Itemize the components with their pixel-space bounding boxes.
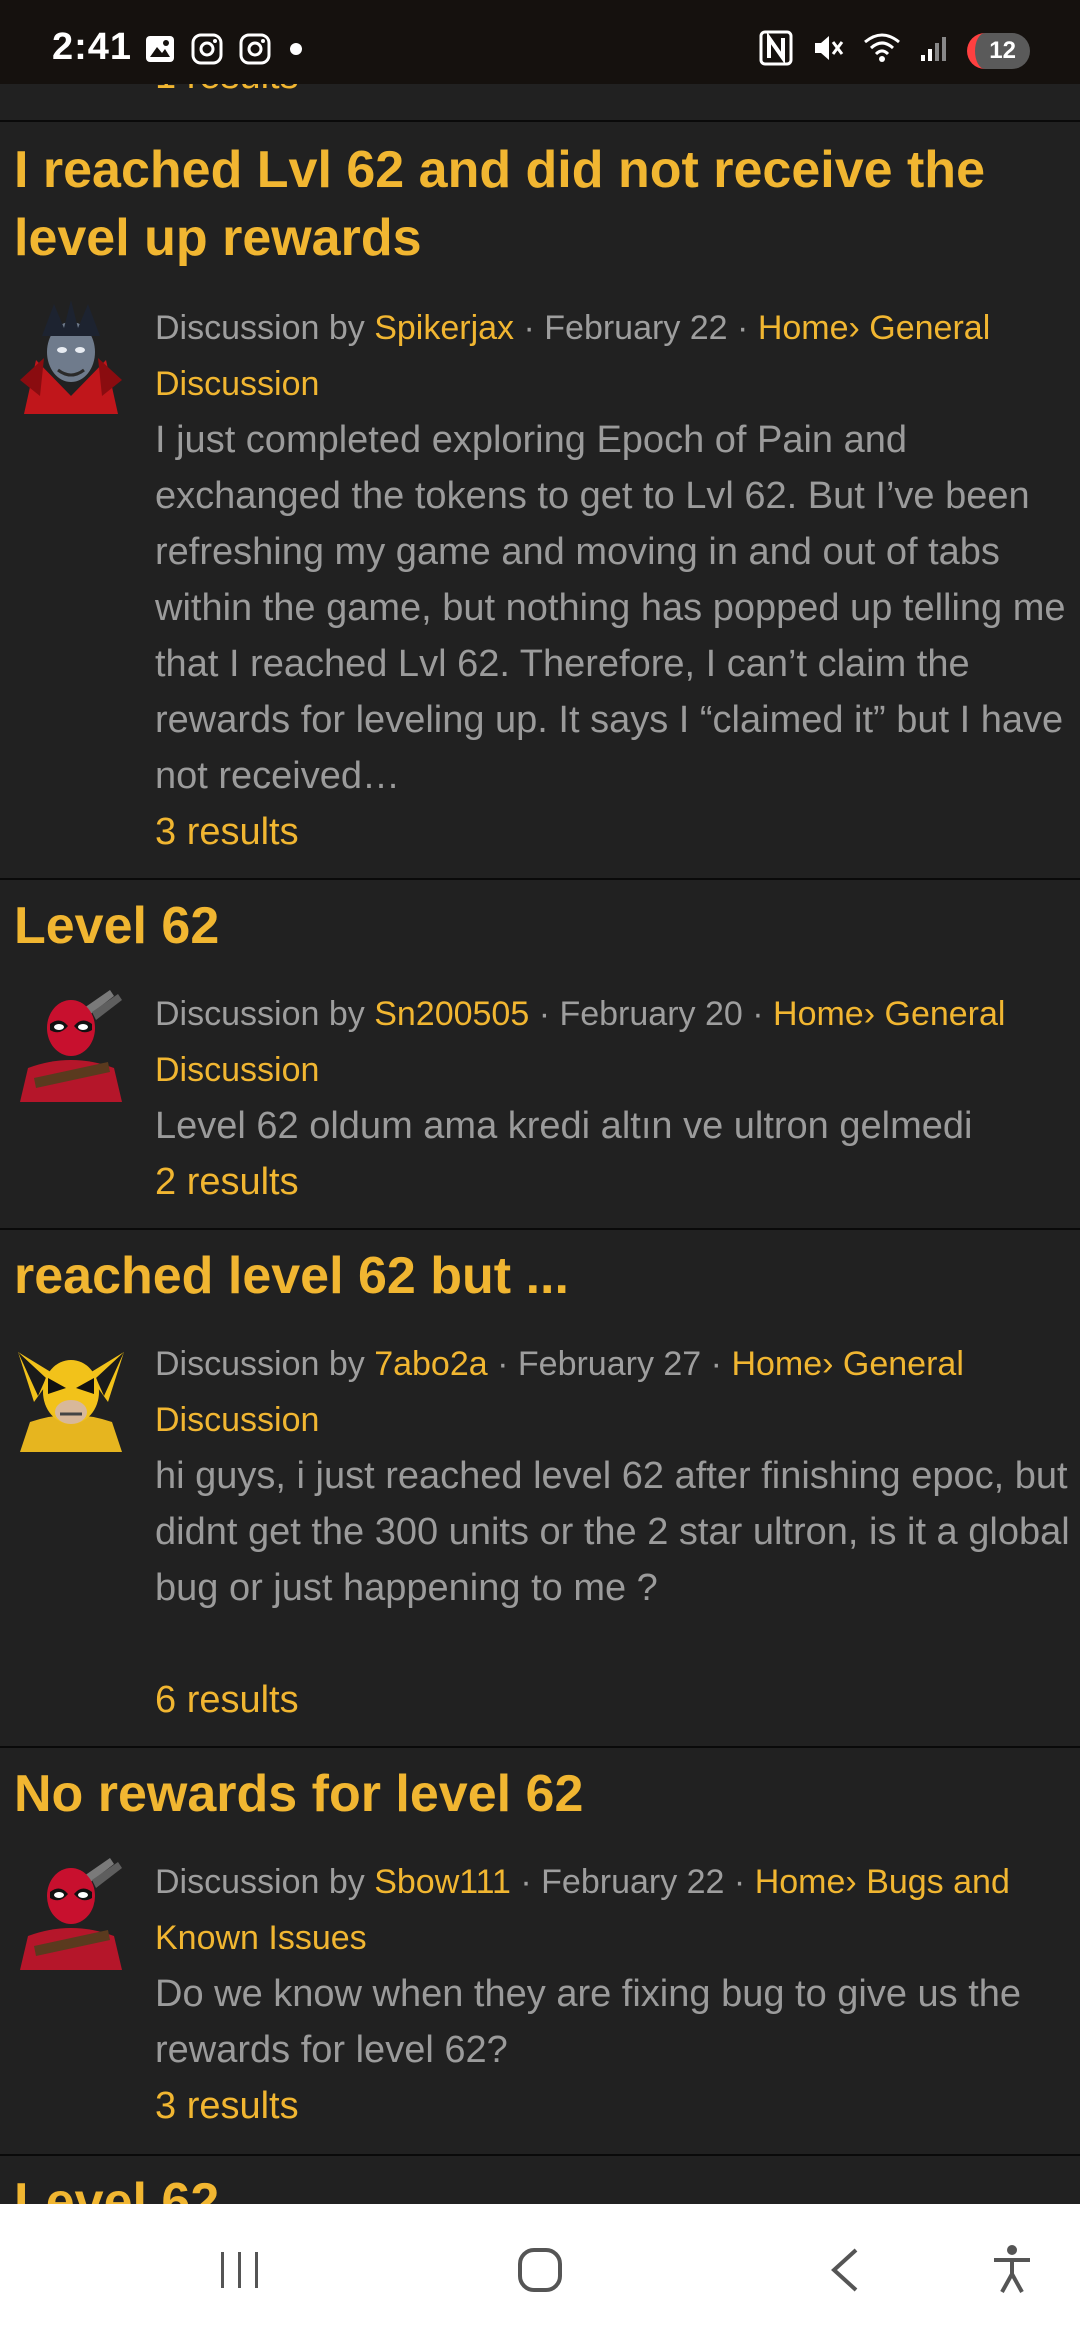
breadcrumb-separator: › <box>863 995 885 1033</box>
author-link[interactable]: Spikerjax <box>374 309 514 347</box>
discussion-excerpt: Level 62 oldum ama kredi altın ve ultron… <box>155 1105 973 1147</box>
meta-prefix: Discussion by <box>155 995 375 1033</box>
discussion-excerpt: Do we know when they are fixing bug to g… <box>155 1973 1022 2071</box>
author-link[interactable]: Sn200505 <box>374 995 529 1033</box>
breadcrumb-home-link[interactable]: Home <box>755 1863 846 1901</box>
app-screen: 1 results I reached Lvl 62 and did not r… <box>0 0 1080 2340</box>
meta-separator: · <box>487 1345 518 1383</box>
results-count-link[interactable]: 3 results <box>155 804 299 860</box>
instagram-icon <box>238 32 272 71</box>
breadcrumb-home-link[interactable]: Home <box>731 1345 822 1383</box>
meta-separator: · <box>742 995 774 1033</box>
navigation-bar <box>0 2204 1080 2340</box>
divider <box>0 1746 1080 1748</box>
divider <box>0 878 1080 880</box>
breadcrumb-separator: › <box>848 309 870 347</box>
post-date: February 20 <box>559 995 743 1033</box>
results-count-link[interactable]: 3 results <box>155 2078 299 2134</box>
back-button[interactable] <box>804 2240 884 2304</box>
instagram-icon <box>190 32 224 71</box>
user-avatar[interactable] <box>14 300 128 414</box>
back-icon <box>824 2246 864 2299</box>
divider <box>0 120 1080 122</box>
user-avatar[interactable] <box>14 1338 128 1452</box>
user-avatar[interactable] <box>14 988 128 1102</box>
system-status-icons: 12 <box>759 30 1030 71</box>
breadcrumb-separator: › <box>822 1345 843 1383</box>
recents-icon <box>217 2248 263 2297</box>
breadcrumb-home-link[interactable]: Home <box>773 995 864 1033</box>
meta-separator: · <box>727 309 758 347</box>
mute-icon <box>811 31 845 70</box>
meta-prefix: Discussion by <box>155 1863 375 1901</box>
meta-separator: · <box>724 1863 755 1901</box>
results-count-link[interactable]: 2 results <box>155 1154 299 1210</box>
meta-prefix: Discussion by <box>155 309 375 347</box>
status-bar: 2:41 12 <box>0 0 1080 84</box>
meta-separator: · <box>514 309 545 347</box>
nfc-icon <box>759 30 793 71</box>
divider <box>0 2154 1080 2156</box>
accessibility-button[interactable] <box>972 2240 1052 2304</box>
post-date: February 27 <box>517 1345 702 1383</box>
battery-indicator: 12 <box>967 32 1030 69</box>
discussion-title-link[interactable]: No rewards for level 62 <box>14 1760 1064 1828</box>
wifi-icon <box>863 32 901 69</box>
discussion-excerpt: I just completed exploring Epoch of Pain… <box>155 419 1066 797</box>
discussion-excerpt: hi guys, i just reached level 62 after f… <box>155 1455 1070 1609</box>
meta-separator: · <box>510 1863 542 1901</box>
signal-icon <box>919 33 949 68</box>
divider <box>0 1228 1080 1230</box>
discussion-meta: Discussion by Sbow111 · February 22 · Ho… <box>155 1854 1070 1966</box>
dot-icon <box>286 39 306 64</box>
notification-icons <box>144 32 306 71</box>
accessibility-icon <box>990 2244 1034 2301</box>
author-link[interactable]: 7abo2a <box>374 1345 487 1383</box>
discussion-title-link[interactable]: reached level 62 but ... <box>14 1242 1064 1310</box>
results-count-link[interactable]: 6 results <box>155 1672 299 1728</box>
home-icon <box>516 2246 564 2299</box>
breadcrumb-home-link[interactable]: Home <box>758 309 849 347</box>
gallery-icon <box>144 33 176 70</box>
discussion-meta: Discussion by Sn200505 · February 20 · H… <box>155 986 1070 1098</box>
post-date: February 22 <box>541 1863 725 1901</box>
discussion-meta: Discussion by Spikerjax · February 22 · … <box>155 300 1070 412</box>
post-date: February 22 <box>544 309 728 347</box>
user-avatar[interactable] <box>14 1856 128 1970</box>
recents-button[interactable] <box>200 2240 280 2304</box>
discussion-title-link[interactable]: I reached Lvl 62 and did not receive the… <box>14 136 1064 272</box>
author-link[interactable]: Sbow111 <box>374 1863 511 1901</box>
meta-prefix: Discussion by <box>155 1345 375 1383</box>
clock: 2:41 <box>52 26 133 68</box>
meta-separator: · <box>529 995 560 1033</box>
home-button[interactable] <box>500 2240 580 2304</box>
breadcrumb-separator: › <box>845 1863 867 1901</box>
meta-separator: · <box>701 1345 732 1383</box>
discussion-title-link[interactable]: Level 62 <box>14 892 1064 960</box>
discussion-meta: Discussion by 7abo2a · February 27 · Hom… <box>155 1336 1070 1448</box>
